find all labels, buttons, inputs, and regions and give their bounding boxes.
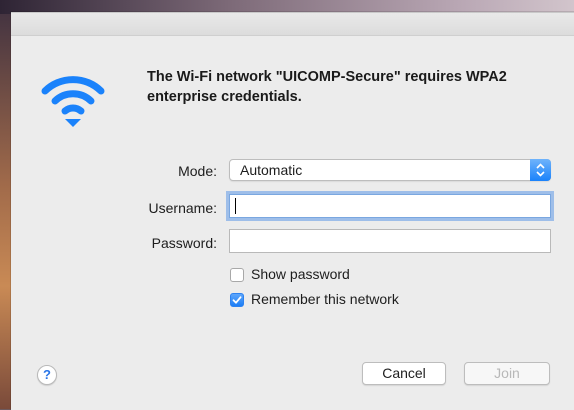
checkmark-icon [232, 296, 242, 304]
mode-select-value: Automatic [240, 162, 303, 178]
show-password-checkbox[interactable] [230, 268, 244, 282]
help-button[interactable]: ? [37, 365, 57, 385]
text-caret [235, 198, 236, 214]
show-password-label[interactable]: Show password [251, 266, 350, 282]
mode-label: Mode: [178, 163, 217, 179]
username-label: Username: [148, 200, 217, 216]
password-label: Password: [151, 235, 217, 251]
select-stepper-icon [530, 159, 551, 181]
wifi-icon [41, 76, 105, 127]
dialog-message: The Wi-Fi network "UICOMP-Secure" requir… [147, 69, 507, 105]
mode-select[interactable]: Automatic [229, 159, 551, 181]
remember-network-label[interactable]: Remember this network [251, 291, 399, 307]
wifi-credentials-dialog: The Wi-Fi network "UICOMP-Secure" requir… [11, 12, 574, 410]
dialog-titlebar [11, 13, 574, 36]
remember-network-checkbox[interactable] [230, 293, 244, 307]
cancel-button[interactable]: Cancel [362, 362, 446, 385]
password-field[interactable] [229, 229, 551, 253]
username-field[interactable] [229, 194, 551, 218]
join-button[interactable]: Join [464, 362, 550, 385]
